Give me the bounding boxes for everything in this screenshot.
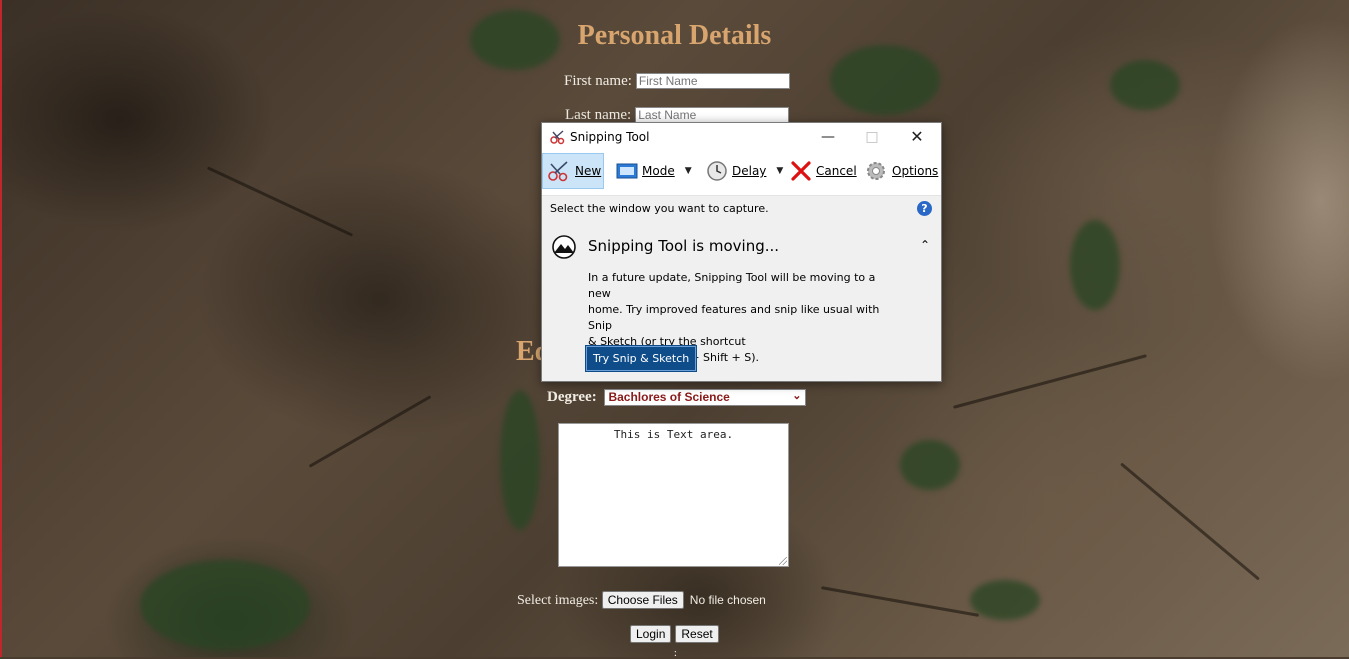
no-file-text: No file chosen [689,593,766,607]
maximize-icon[interactable]: □ [849,123,895,151]
form-actions: Login Reset [630,625,719,643]
delay-label: Delay [732,164,767,178]
new-snip-button[interactable]: New [542,153,604,189]
degree-row: Degree: Bachlores of Science ⌄ [547,389,807,407]
cancel-label: Cancel [816,164,857,178]
delay-button[interactable]: Delay ▼ [702,153,783,189]
gear-icon [867,162,885,180]
login-button[interactable]: Login [630,625,672,643]
scissors-icon [550,130,565,145]
mode-label: Mode [642,164,675,178]
cancel-button[interactable]: Cancel [786,153,857,189]
page-title: Personal Details [577,20,772,51]
textarea-value: This is Text area. [613,428,734,441]
first-name-input[interactable] [635,73,790,89]
chevron-down-icon: ⌄ [792,390,802,403]
last-name-label: Last name: [565,107,632,123]
close-icon[interactable]: ✕ [894,123,940,151]
mode-icon [616,163,638,179]
minimize-icon[interactable]: — [805,123,851,151]
moving-notice: Snipping Tool is moving... ⌃ In a future… [542,224,941,381]
try-snip-sketch-button[interactable]: Try Snip & Sketch [584,345,698,372]
last-name-input[interactable] [635,107,790,123]
chevron-up-icon[interactable]: ⌃ [920,238,930,252]
snipping-toolbar: New Mode ▼ Delay ▼ Cancel Options [542,151,941,191]
new-scissors-icon [548,161,568,182]
first-name-label: First name: [564,73,632,89]
window-title: Snipping Tool [570,130,650,144]
options-button[interactable]: Options [860,153,938,189]
snipping-tool-titlebar[interactable]: Snipping Tool — □ ✕ [542,123,941,151]
comments-textarea[interactable]: This is Text area. [558,423,789,567]
choose-files-button[interactable]: Choose Files [601,591,684,609]
cancel-x-icon [791,161,811,181]
mountain-icon [552,235,576,259]
hint-bar: Select the window you want to capture. ? [542,195,941,224]
first-name-row: First name: [564,73,790,90]
select-images-label: Select images: [517,593,599,608]
notice-line: home. Try improved features and snip lik… [588,303,880,332]
degree-label: Degree: [547,389,597,405]
hint-text: Select the window you want to capture. [550,202,769,215]
options-label: Options [892,164,939,178]
mode-dropdown-icon[interactable]: ▼ [685,166,692,176]
degree-selected-value: Bachlores of Science [608,390,730,405]
delay-dropdown-icon[interactable]: ▼ [776,166,783,176]
new-label: New [575,164,602,178]
reset-button[interactable]: Reset [675,625,719,643]
clock-icon [707,161,727,181]
degree-select[interactable]: Bachlores of Science ⌄ [604,389,807,407]
select-images-row: Select images: Choose Files No file chose… [517,591,766,609]
notice-line: In a future update, Snipping Tool will b… [588,271,876,300]
page-dot: : [674,648,677,659]
help-icon[interactable]: ? [917,201,932,216]
notice-title: Snipping Tool is moving... [588,237,780,255]
resize-grip-icon[interactable] [779,557,787,565]
snipping-tool-window[interactable]: Snipping Tool — □ ✕ New Mode ▼ Delay ▼ C… [541,122,942,382]
mode-button[interactable]: Mode ▼ [612,153,692,189]
